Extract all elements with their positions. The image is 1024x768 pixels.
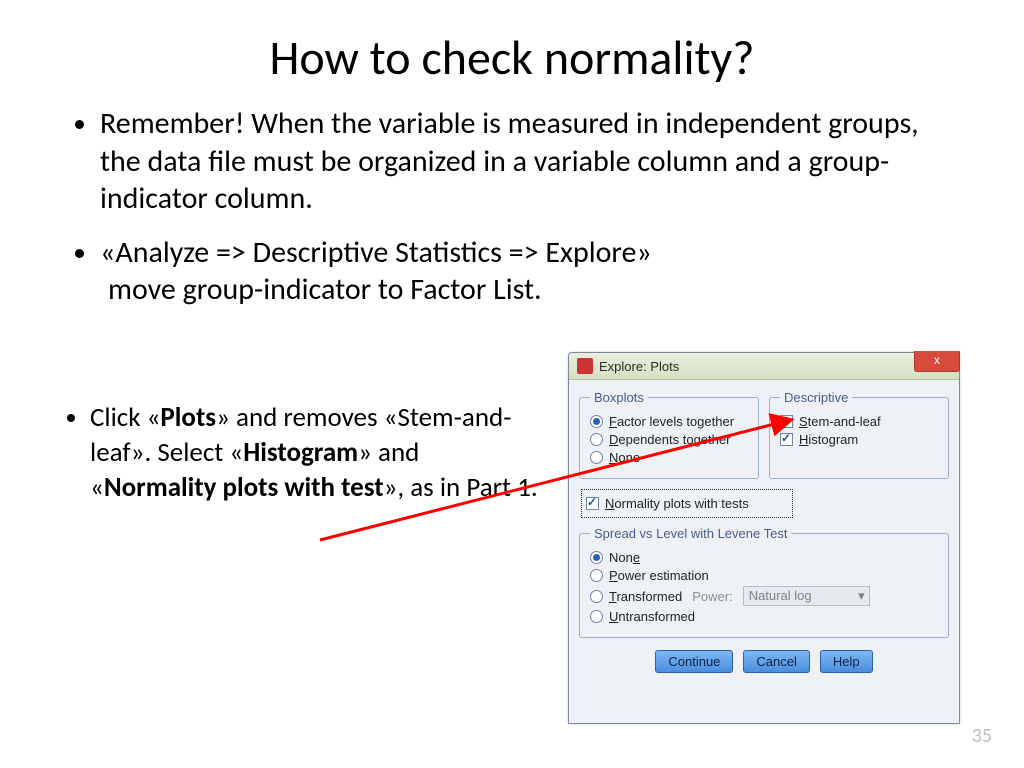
checkbox-icon: [780, 433, 793, 446]
mnemonic: S: [799, 414, 808, 429]
power-label: Power:: [692, 589, 732, 604]
mnemonic: P: [609, 568, 618, 583]
radio-icon: [590, 415, 603, 428]
continue-button[interactable]: Continue: [655, 650, 733, 673]
mnemonic: N: [605, 496, 614, 511]
bullet-3-histogram: Histogram: [243, 436, 358, 469]
bullet-3-text-d: », as in Part 1.: [384, 471, 538, 504]
boxplots-legend: Boxplots: [590, 390, 648, 405]
bullet-3-plots: Plots: [160, 401, 216, 434]
explore-plots-dialog: Explore: Plots x Boxplots Factor levels …: [568, 352, 960, 724]
spread-level-group: Spread vs Level with Levene Test None Po…: [579, 526, 949, 638]
mnemonic: T: [609, 589, 616, 604]
mnemonic: U: [609, 609, 618, 624]
checkbox-icon: [586, 497, 599, 510]
slide-title: How to check normality?: [60, 28, 964, 87]
mnemonic: e: [633, 550, 640, 565]
mnemonic: N: [609, 450, 618, 465]
descriptive-stem-and-leaf[interactable]: Stem-and-leaf: [780, 414, 938, 429]
radio-icon: [590, 551, 603, 564]
radio-icon: [590, 610, 603, 623]
power-combo[interactable]: Natural log: [743, 586, 870, 606]
bullet-list: Remember! When the variable is measured …: [60, 105, 964, 309]
checkbox-icon: [780, 415, 793, 428]
boxplots-group: Boxplots Factor levels together Dependen…: [579, 390, 759, 479]
descriptive-histogram[interactable]: Histogram: [780, 432, 938, 447]
app-icon: [577, 358, 593, 374]
bullet-2-line1: «Analyze => Descriptive Statistics => Ex…: [100, 234, 652, 271]
descriptive-legend: Descriptive: [780, 390, 852, 405]
spread-none[interactable]: None: [590, 550, 938, 565]
dialog-body: Boxplots Factor levels together Dependen…: [569, 380, 959, 681]
close-button[interactable]: x: [914, 351, 960, 372]
dialog-button-row: Continue Cancel Help: [579, 650, 949, 673]
bullet-3: Click «Plots» and removes «Stem-and-leaf…: [90, 400, 540, 505]
radio-icon: [590, 451, 603, 464]
bullet-3-text-a: Click «: [90, 401, 160, 434]
cancel-button[interactable]: Cancel: [743, 650, 809, 673]
bullet-2: «Analyze => Descriptive Statistics => Ex…: [100, 234, 964, 309]
dialog-title: Explore: Plots: [599, 359, 679, 374]
dialog-titlebar[interactable]: Explore: Plots x: [569, 353, 959, 380]
boxplots-dependents[interactable]: Dependents together: [590, 432, 748, 447]
spread-power-estimation[interactable]: Power estimation: [590, 568, 938, 583]
lower-bullet-wrap: Click «Plots» and removes «Stem-and-leaf…: [60, 400, 540, 505]
spread-transformed[interactable]: Transformed Power: Natural log: [590, 586, 938, 606]
bullet-1: Remember! When the variable is measured …: [100, 105, 964, 218]
boxplots-none[interactable]: None: [590, 450, 748, 465]
bullet-2-line2: move group-indicator to Factor List.: [100, 271, 542, 308]
mnemonic: F: [609, 414, 617, 429]
page-number: 35: [972, 724, 992, 748]
radio-icon: [590, 433, 603, 446]
spread-untransformed[interactable]: Untransformed: [590, 609, 938, 624]
slide: How to check normality? Remember! When t…: [0, 0, 1024, 768]
descriptive-group: Descriptive Stem-and-leaf Histogram: [769, 390, 949, 479]
mnemonic: H: [799, 432, 808, 447]
bullet-3-normality: Normality plots with test: [104, 471, 384, 504]
boxplots-factor-levels[interactable]: Factor levels together: [590, 414, 748, 429]
help-button[interactable]: Help: [820, 650, 873, 673]
mnemonic: D: [609, 432, 618, 447]
spread-legend: Spread vs Level with Levene Test: [590, 526, 791, 541]
radio-icon: [590, 569, 603, 582]
normality-plots-checkbox[interactable]: Normality plots with tests: [581, 489, 793, 518]
radio-icon: [590, 590, 603, 603]
